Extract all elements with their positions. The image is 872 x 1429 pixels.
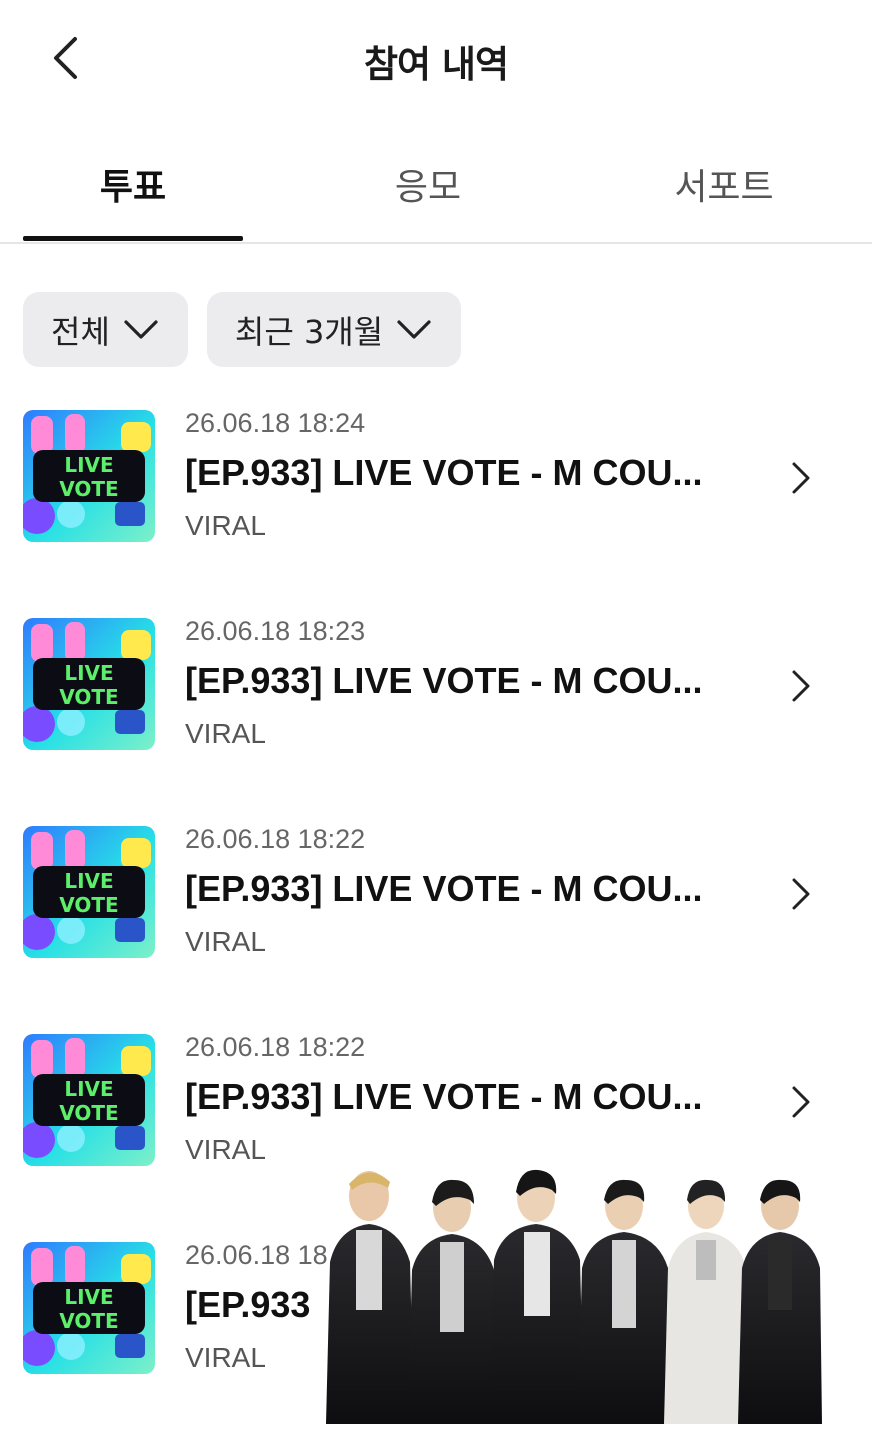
tab-bar: 투표 응모 서포트	[0, 140, 872, 244]
thumbnail-vote-text: VOTE	[59, 477, 118, 501]
active-tab-indicator	[23, 236, 243, 241]
chevron-right-icon	[790, 874, 814, 914]
thumbnail-vote-text: VOTE	[59, 685, 118, 709]
filter-type-dropdown[interactable]: 전체	[23, 292, 188, 367]
person-figure	[578, 1179, 672, 1424]
tab-vote[interactable]: 투표	[23, 158, 243, 244]
live-vote-thumbnail: LIVE VOTE	[23, 1242, 155, 1374]
item-artist: VIRAL	[185, 926, 266, 957]
filter-bar: 전체 최근 3개월	[23, 292, 462, 367]
group-photo-overlay	[324, 1166, 822, 1424]
live-vote-thumbnail: LIVE VOTE	[23, 826, 155, 958]
thumbnail-live-text: LIVE	[64, 661, 113, 685]
item-date: 26.06.18 18:23	[185, 616, 366, 646]
header-bar: 참여 내역	[0, 0, 872, 118]
item-artist: VIRAL	[185, 718, 266, 749]
person-figure	[490, 1169, 584, 1424]
item-date: 26.06.18 18:22	[185, 1032, 366, 1062]
list-item[interactable]: LIVE VOTE 26.06.18 18:22 [EP.933] LIVE V…	[0, 824, 872, 964]
live-vote-thumbnail: LIVE VOTE	[23, 618, 155, 750]
thumbnail-vote-text: VOTE	[59, 1309, 118, 1333]
person-figure	[326, 1171, 414, 1424]
person-figure	[664, 1179, 750, 1424]
filter-period-dropdown[interactable]: 최근 3개월	[206, 292, 462, 367]
item-date: 26.06.18 18:22	[185, 824, 366, 854]
thumbnail-live-text: LIVE	[64, 1077, 113, 1101]
live-vote-thumbnail: LIVE VOTE	[23, 1034, 155, 1166]
filter-type-label: 전체	[51, 312, 110, 351]
tab-support[interactable]: 서포트	[614, 158, 834, 244]
chevron-right-icon	[790, 458, 814, 498]
item-artist: VIRAL	[185, 1134, 266, 1165]
item-title: [EP.933] LIVE VOTE - M COU...	[185, 452, 703, 493]
chevron-down-icon	[397, 319, 431, 340]
thumbnail-vote-text: VOTE	[59, 1101, 118, 1125]
item-title: [EP.933	[185, 1284, 311, 1325]
person-figure	[408, 1179, 498, 1424]
item-artist: VIRAL	[185, 1342, 266, 1373]
tab-entry[interactable]: 응모	[318, 158, 538, 244]
list-item[interactable]: LIVE VOTE 26.06.18 18:22 [EP.933] LIVE V…	[0, 1032, 872, 1172]
chevron-right-icon	[790, 1082, 814, 1122]
list-item[interactable]: LIVE VOTE 26.06.18 18:23 [EP.933] LIVE V…	[0, 616, 872, 756]
item-title: [EP.933] LIVE VOTE - M COU...	[185, 1076, 703, 1117]
item-title: [EP.933] LIVE VOTE - M COU...	[185, 868, 703, 909]
item-title: [EP.933] LIVE VOTE - M COU...	[185, 660, 703, 701]
list-item[interactable]: LIVE VOTE 26.06.18 18:24 [EP.933] LIVE V…	[0, 408, 872, 548]
item-artist: VIRAL	[185, 510, 266, 541]
thumbnail-live-text: LIVE	[64, 1285, 113, 1309]
thumbnail-vote-text: VOTE	[59, 893, 118, 917]
chevron-down-icon	[124, 319, 158, 340]
item-date: 26.06.18 18:24	[185, 408, 366, 438]
item-date: 26.06.18 18	[185, 1240, 328, 1270]
live-vote-thumbnail: LIVE VOTE	[23, 410, 155, 542]
filter-period-label: 최근 3개월	[234, 312, 384, 351]
thumbnail-live-text: LIVE	[64, 869, 113, 893]
thumbnail-live-text: LIVE	[64, 453, 113, 477]
chevron-right-icon	[790, 666, 814, 706]
page-title: 참여 내역	[363, 43, 509, 86]
person-figure	[738, 1179, 822, 1424]
